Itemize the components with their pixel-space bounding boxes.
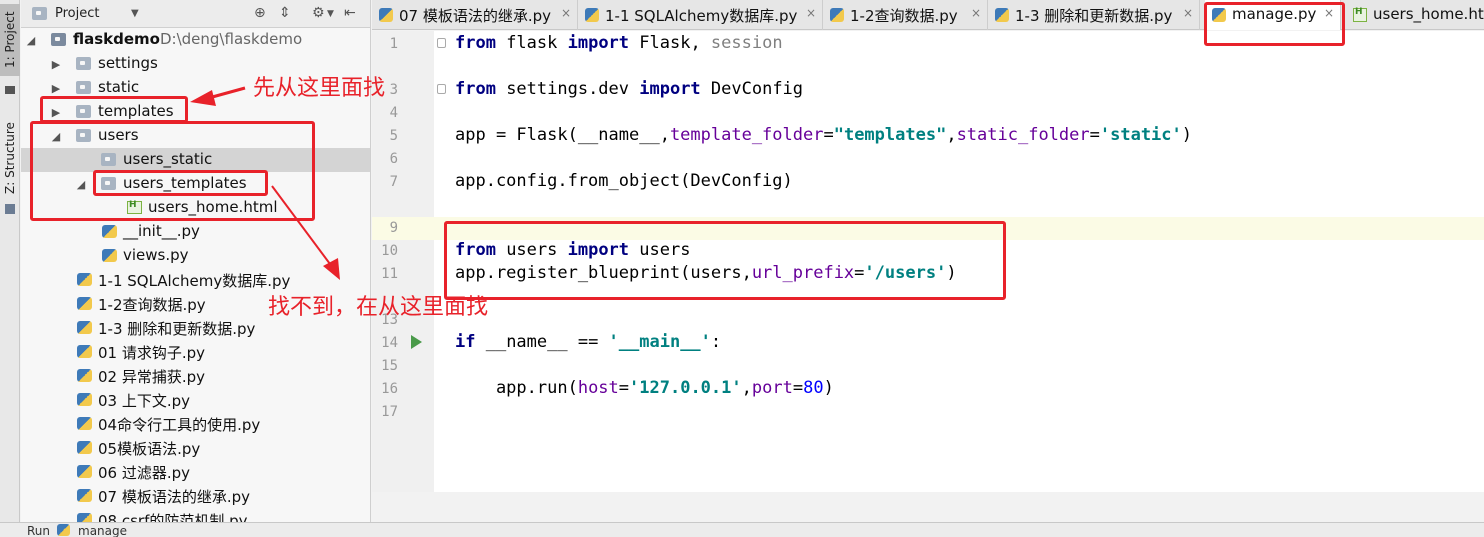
- annotation-arrows: [190, 86, 340, 280]
- arrow-to-templates: [190, 86, 246, 106]
- arrow-to-users-templates: [271, 185, 340, 280]
